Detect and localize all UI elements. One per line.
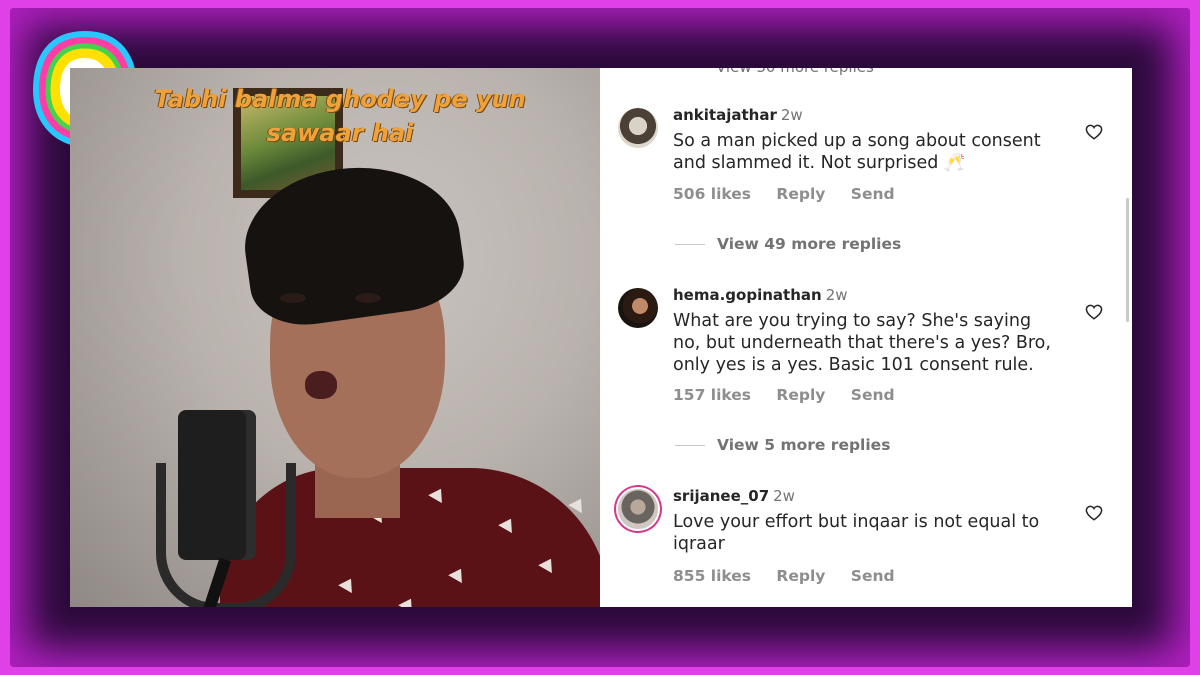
reply-button[interactable]: Reply [776, 185, 825, 203]
view-replies[interactable]: View 5 more replies [675, 436, 890, 454]
comment-text: So a man picked up a song about consent … [673, 131, 1041, 173]
comment-username[interactable]: hema.gopinathan [673, 286, 822, 304]
heart-icon[interactable] [1085, 123, 1103, 141]
comments-panel: View 30 more replies ankitajathar2w So a… [600, 68, 1132, 607]
send-button[interactable]: Send [851, 567, 895, 585]
send-button[interactable]: Send [851, 185, 895, 203]
avatar[interactable] [618, 288, 658, 328]
heart-icon[interactable] [1085, 504, 1103, 522]
microphone [178, 410, 256, 560]
view-replies-cut[interactable]: View 30 more replies [716, 68, 874, 76]
comment-time: 2w [773, 487, 795, 505]
view-replies[interactable]: View 49 more replies [675, 235, 901, 253]
avatar[interactable] [618, 489, 658, 529]
avatar[interactable] [618, 108, 658, 148]
comment-text: What are you trying to say? She's saying… [673, 311, 1051, 375]
comment-username[interactable]: ankitajathar [673, 106, 777, 124]
likes-count: 855 likes [673, 567, 752, 585]
video-caption: Tabhi balma ghodey pe yun sawaar hai [154, 85, 526, 147]
comment-username[interactable]: srijanee_07 [673, 487, 769, 505]
reply-button[interactable]: Reply [776, 386, 825, 404]
send-button[interactable]: Send [851, 386, 895, 404]
comment-time: 2w [780, 106, 803, 124]
comment-text: Love your effort but inqaar is not equal… [673, 512, 1040, 554]
left-eye [280, 293, 306, 303]
reply-button[interactable]: Reply [776, 567, 825, 585]
reel-video[interactable]: Tabhi balma ghodey pe yun sawaar hai [70, 68, 600, 607]
comment-time: 2w [825, 286, 848, 304]
scrollbar[interactable] [1126, 198, 1129, 322]
likes-count: 157 likes [673, 386, 752, 404]
screenshot-panel: Tabhi balma ghodey pe yun sawaar hai Vie… [70, 68, 1132, 607]
likes-count: 506 likes [673, 185, 752, 203]
heart-icon[interactable] [1085, 303, 1103, 321]
mouth [305, 371, 337, 399]
right-eye [355, 293, 381, 303]
